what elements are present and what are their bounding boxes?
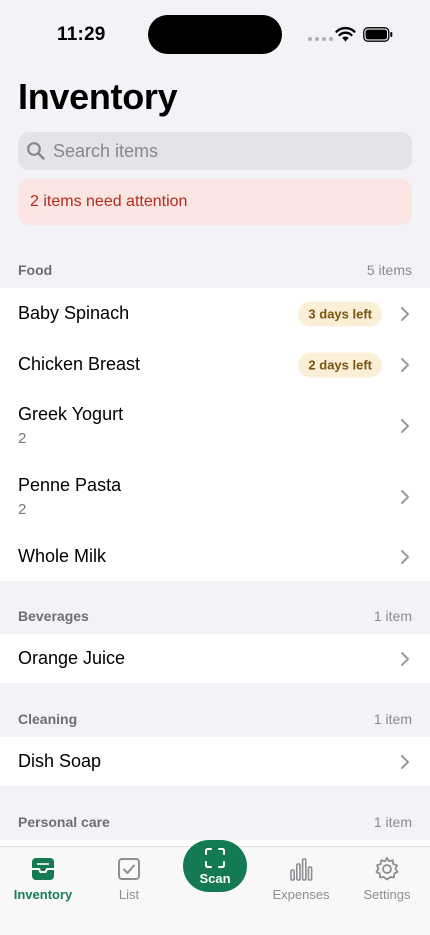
chevron-right-icon [401,651,409,666]
section-list-beverages: Orange Juice [0,634,430,683]
tab-inventory[interactable]: Inventory [0,847,86,907]
status-bar: 11:29 [0,0,430,70]
chevron-right-icon [401,418,409,433]
list-item-penne-pasta[interactable]: Penne Pasta 2 [0,461,430,532]
section-header-personal-care: Personal care 1 item [18,814,412,830]
item-name: Baby Spinach [18,303,130,323]
chevron-right-icon [401,357,409,372]
chevron-right-icon [401,754,409,769]
scan-button[interactable]: Scan [183,840,247,892]
expiry-badge: 3 days left [298,301,382,326]
list-item-greek-yogurt[interactable]: Greek Yogurt 2 [0,390,430,461]
tab-settings[interactable]: Settings [344,847,430,907]
tab-label: Inventory [13,887,73,902]
item-name: Penne Pasta [18,475,122,495]
section-header-food: Food 5 items [18,262,412,278]
scan-icon [205,847,225,868]
section-title: Beverages [18,608,89,624]
item-quantity: 2 [18,430,27,447]
attention-alert-banner[interactable]: 2 items need attention [18,179,412,225]
tab-list[interactable]: List [86,847,172,907]
item-name: Greek Yogurt [18,404,124,424]
section-title: Personal care [18,814,110,830]
tab-expenses[interactable]: Expenses [258,847,344,907]
scan-label: Scan [199,870,231,886]
list-item-dish-soap[interactable]: Dish Soap [0,737,430,786]
section-count: 5 items [366,262,412,278]
search-input[interactable] [53,140,393,162]
search-bar[interactable] [18,132,412,170]
tab-label: List [118,887,140,902]
battery-icon [363,27,393,42]
status-time: 11:29 [57,24,106,45]
list-item-chicken-breast[interactable]: Chicken Breast 2 days left [0,339,430,390]
chevron-right-icon [401,549,409,564]
list-item-orange-juice[interactable]: Orange Juice [0,634,430,683]
list-item-whole-milk[interactable]: Whole Milk [0,532,430,581]
section-header-beverages: Beverages 1 item [18,608,412,624]
expiry-badge: 2 days left [298,352,382,377]
gear-icon [375,857,399,881]
tray-icon [32,858,54,880]
section-count: 1 item [373,711,412,727]
section-list-food: Baby Spinach 3 days left Chicken Breast … [0,288,430,581]
dynamic-island [148,15,282,54]
section-title: Cleaning [18,711,78,727]
section-header-cleaning: Cleaning 1 item [18,711,412,727]
item-quantity: 2 [18,501,27,518]
page-title: Inventory [18,76,178,117]
checklist-icon [118,858,140,880]
chevron-right-icon [401,489,409,504]
tab-label: Expenses [272,887,330,902]
chevron-right-icon [401,306,409,321]
alert-text: 2 items need attention [30,193,188,210]
list-item-baby-spinach[interactable]: Baby Spinach 3 days left [0,288,430,339]
search-icon [27,142,45,160]
wifi-icon [335,26,356,42]
item-name: Dish Soap [18,751,102,771]
section-list-cleaning: Dish Soap [0,737,430,786]
item-name: Orange Juice [18,648,126,668]
item-name: Whole Milk [18,546,107,566]
tab-label: Settings [363,887,411,902]
cellular-signal-icon [308,37,333,41]
section-count: 1 item [373,814,412,830]
section-title: Food [18,262,53,278]
section-count: 1 item [373,608,412,624]
bar-chart-icon [290,858,313,881]
item-name: Chicken Breast [18,354,141,374]
